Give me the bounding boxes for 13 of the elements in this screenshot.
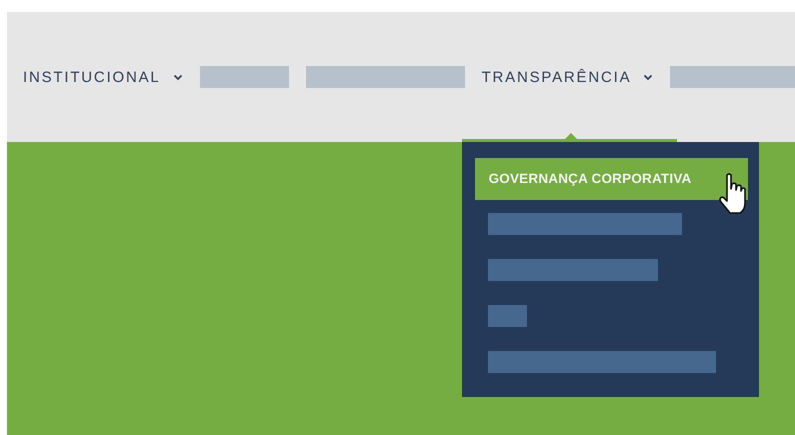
redacted-nav-link[interactable] <box>670 66 795 88</box>
redacted-menu-item[interactable] <box>488 213 682 235</box>
nav-link[interactable]: TRANSPARÊNCIA <box>482 68 654 86</box>
redacted-nav-link[interactable] <box>306 66 465 88</box>
hand-cursor-icon <box>718 172 746 216</box>
chevron-down-icon <box>643 74 654 80</box>
nav-link[interactable]: INSTITUCIONAL <box>23 68 183 86</box>
pointer-triangle-icon <box>564 133 578 140</box>
chevron-down-icon <box>172 74 183 80</box>
redacted-menu-item[interactable] <box>488 259 658 281</box>
redacted-nav-link[interactable] <box>200 66 289 88</box>
redacted-menu-item[interactable] <box>488 305 527 327</box>
redacted-menu-item[interactable] <box>488 351 716 373</box>
